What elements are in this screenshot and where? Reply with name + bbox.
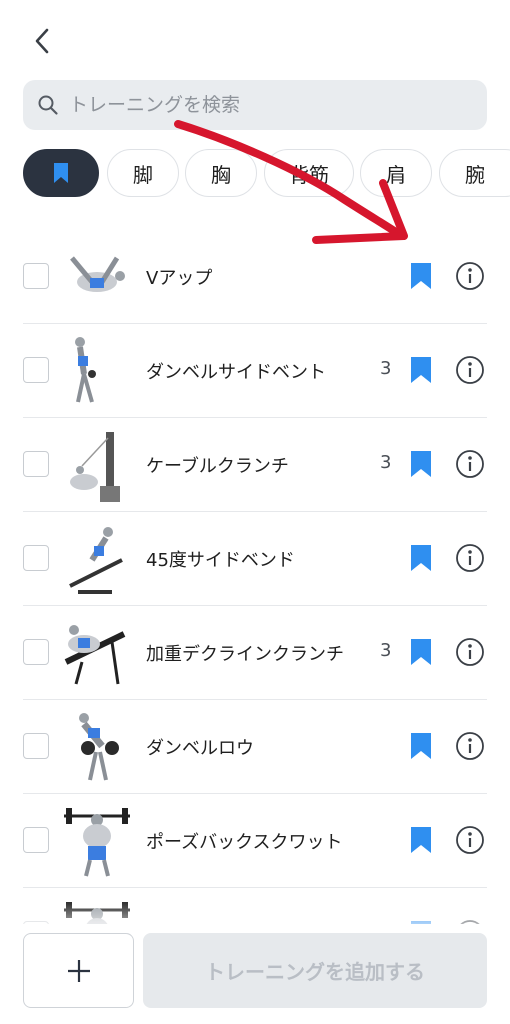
exercise-checkbox[interactable]: [23, 827, 49, 853]
exercise-row[interactable]: Vアップ: [0, 230, 510, 324]
chevron-left-icon: [35, 28, 49, 54]
bookmark-icon[interactable]: [410, 450, 432, 478]
filter-chip-chest[interactable]: 胸: [185, 149, 257, 197]
exercise-name: ケーブルクランチ: [146, 456, 289, 477]
exercise-name: 加重デクラインクランチ: [146, 644, 344, 665]
search-bar[interactable]: [23, 80, 487, 130]
bookmark-icon[interactable]: [410, 356, 432, 384]
filter-chip-bookmarks[interactable]: [23, 149, 99, 197]
exercise-name: ポーズバックスクワット: [146, 832, 343, 853]
exercise-row[interactable]: ダンベルサイドベント 3: [0, 324, 510, 418]
filter-chip-arms[interactable]: 腕: [439, 149, 510, 197]
chip-label: 肩: [386, 162, 406, 187]
exercise-checkbox[interactable]: [23, 263, 49, 289]
exercise-checkbox[interactable]: [23, 451, 49, 477]
info-icon[interactable]: [455, 731, 485, 761]
filter-chip-back[interactable]: 背筋: [264, 149, 354, 197]
exercise-checkbox[interactable]: [23, 639, 49, 665]
back-button[interactable]: [28, 24, 56, 58]
chip-label: 背筋: [289, 162, 329, 187]
exercise-name: ダンベルロウ: [146, 738, 254, 759]
info-icon[interactable]: [455, 449, 485, 479]
plus-icon: [67, 959, 90, 982]
exercise-thumbnail: [70, 432, 120, 502]
info-icon[interactable]: [455, 261, 485, 291]
info-icon[interactable]: [455, 543, 485, 573]
chip-label: 胸: [211, 162, 231, 187]
exercise-name: ダンベルサイドベント: [146, 362, 326, 383]
search-icon: [37, 94, 59, 116]
filter-chip-shoulders[interactable]: 肩: [360, 149, 432, 197]
exercise-checkbox[interactable]: [23, 357, 49, 383]
exercise-count: 3: [380, 358, 392, 379]
exercise-name: 45度サイドベンド: [146, 550, 295, 571]
bookmark-icon[interactable]: [410, 826, 432, 854]
filter-chip-legs[interactable]: 脚: [107, 149, 179, 197]
exercise-checkbox[interactable]: [23, 545, 49, 571]
exercise-count: 3: [380, 452, 392, 473]
add-training-button[interactable]: トレーニングを追加する: [143, 933, 487, 1008]
exercise-row[interactable]: ポーズバックスクワット: [0, 794, 510, 888]
search-input[interactable]: [67, 93, 451, 117]
exercise-row[interactable]: ダンベルロウ: [0, 700, 510, 794]
bookmark-icon[interactable]: [410, 262, 432, 290]
info-icon[interactable]: [455, 637, 485, 667]
exercise-checkbox[interactable]: [23, 733, 49, 759]
exercise-thumbnail: [69, 527, 123, 594]
exercise-thumbnail: [79, 713, 119, 781]
exercise-name: Vアップ: [146, 268, 213, 289]
exercise-count: 3: [380, 640, 392, 661]
exercise-row[interactable]: 45度サイドベンド: [0, 512, 510, 606]
info-icon[interactable]: [455, 355, 485, 385]
chip-label: 腕: [465, 162, 485, 187]
exercise-thumbnail: [64, 625, 126, 685]
bookmark-icon[interactable]: [410, 544, 432, 572]
bookmark-icon: [54, 163, 68, 183]
add-custom-button[interactable]: [23, 933, 134, 1008]
exercise-thumbnail: [64, 808, 130, 877]
chip-label: 脚: [133, 162, 153, 187]
exercise-thumbnail: [75, 337, 96, 403]
exercise-row[interactable]: ケーブルクランチ 3: [0, 418, 510, 512]
exercise-thumbnail: [70, 256, 125, 292]
info-icon[interactable]: [455, 825, 485, 855]
bookmark-icon[interactable]: [410, 732, 432, 760]
filter-chips: 脚 胸 背筋 肩 腕: [0, 149, 510, 199]
bookmark-icon[interactable]: [410, 638, 432, 666]
exercise-row[interactable]: 加重デクラインクランチ 3: [0, 606, 510, 700]
